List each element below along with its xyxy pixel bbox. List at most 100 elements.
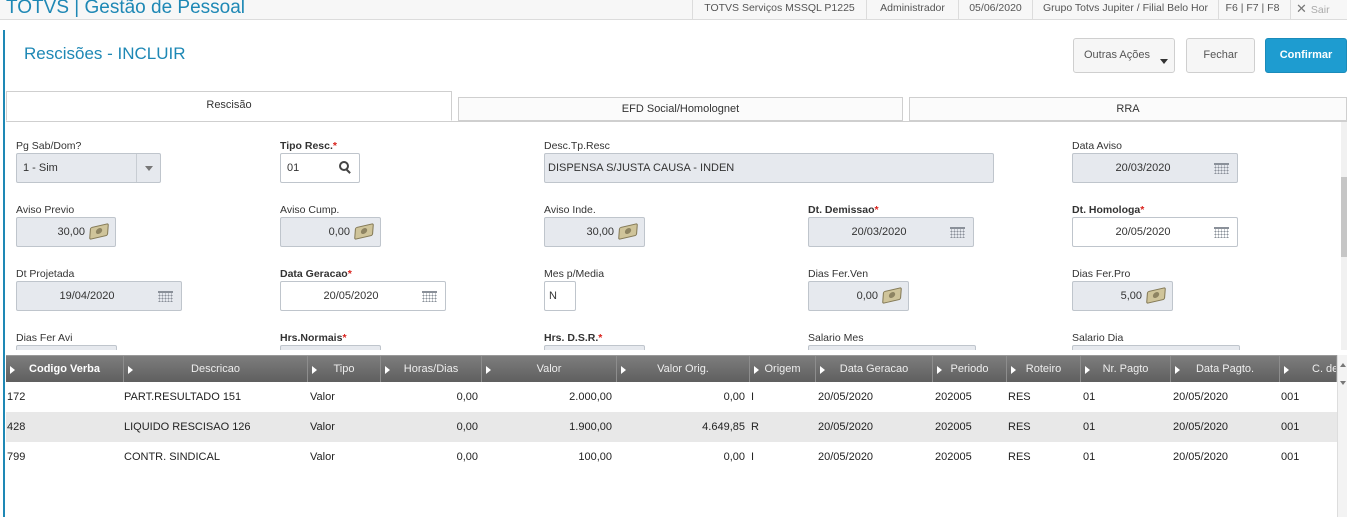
- tab-rescisao[interactable]: Rescisão: [6, 91, 452, 121]
- aviso-inde-value: 30,00: [586, 226, 614, 238]
- dt-homologa-label-text: Dt. Homologa: [1072, 204, 1141, 216]
- hrs-normais-field[interactable]: [280, 345, 381, 350]
- dias-fer-pro-field[interactable]: 5,00: [1072, 281, 1173, 311]
- table-row[interactable]: 172 PART.RESULTADO 151 Valor 0,00 2.000,…: [6, 382, 1337, 412]
- calendar-icon[interactable]: [950, 227, 965, 238]
- col-header-c-de[interactable]: C. de: [1280, 356, 1337, 382]
- tab-efd-social[interactable]: EFD Social/Homolognet: [458, 97, 903, 121]
- cell-valor: 100,00: [578, 451, 612, 463]
- money-icon[interactable]: [1146, 287, 1166, 304]
- money-icon[interactable]: [882, 287, 902, 304]
- confirm-button[interactable]: Confirmar: [1265, 38, 1347, 73]
- money-icon[interactable]: [89, 223, 109, 240]
- cell-data-pagto: 20/05/2020: [1173, 421, 1229, 433]
- data-aviso-field[interactable]: 20/03/2020: [1072, 153, 1238, 183]
- chevron-down-icon[interactable]: [136, 154, 160, 182]
- caret-right-icon: [621, 366, 626, 374]
- col-header-valor[interactable]: Valor: [482, 356, 617, 382]
- grid-scrollbar[interactable]: [1337, 355, 1347, 517]
- required-mark: *: [332, 140, 337, 152]
- dias-fer-avi-field[interactable]: [16, 345, 117, 350]
- mes-p-media-value: N: [549, 290, 557, 302]
- cell-valor-orig: 4.649,85: [702, 421, 745, 433]
- exit-button[interactable]: ✕ Sair: [1296, 0, 1347, 20]
- caret-right-icon: [486, 366, 491, 374]
- mes-p-media-field[interactable]: N: [544, 281, 576, 311]
- dt-projetada-field[interactable]: 19/04/2020: [16, 281, 182, 311]
- col-header-label: Horas/Dias: [403, 363, 459, 375]
- scroll-up-icon[interactable]: [1340, 363, 1346, 367]
- dt-homologa-value: 20/05/2020: [1115, 226, 1171, 238]
- salario-mes-field[interactable]: [808, 345, 976, 350]
- scroll-down-icon[interactable]: [1340, 381, 1346, 385]
- col-header-label: Valor: [536, 363, 562, 375]
- cell-tipo: Valor: [310, 391, 335, 403]
- salario-mes-label: Salario Mes: [808, 332, 864, 344]
- form-scrollbar[interactable]: [1341, 122, 1347, 350]
- close-button[interactable]: Fechar: [1186, 38, 1255, 73]
- col-header-codigo-verba[interactable]: Codigo Verba: [6, 356, 124, 382]
- col-header-nr-pagto[interactable]: Nr. Pagto: [1081, 356, 1171, 382]
- dt-demissao-field[interactable]: 20/03/2020: [808, 217, 974, 247]
- form-scrollbar-thumb[interactable]: [1341, 177, 1347, 257]
- money-icon[interactable]: [618, 223, 638, 240]
- col-header-data-geracao[interactable]: Data Geracao: [816, 356, 933, 382]
- table-row[interactable]: 799 CONTR. SINDICAL Valor 0,00 100,00 0,…: [6, 442, 1337, 472]
- aviso-inde-field[interactable]: 30,00: [544, 217, 645, 247]
- col-header-data-pagto[interactable]: Data Pagto.: [1171, 356, 1280, 382]
- pg-sab-dom-select[interactable]: 1 - Sim: [16, 153, 161, 183]
- aviso-previo-field[interactable]: 30,00: [16, 217, 116, 247]
- col-header-tipo[interactable]: Tipo: [308, 356, 381, 382]
- shortcuts-label: F6 | F7 | F8: [1218, 0, 1286, 20]
- tipo-resc-value: 01: [287, 162, 300, 174]
- company-label[interactable]: Grupo Totvs Jupiter / Filial Belo Hor: [1032, 0, 1218, 20]
- cell-horas-dias: 0,00: [456, 391, 478, 403]
- tipo-resc-field[interactable]: 01: [280, 153, 360, 183]
- caret-right-icon: [820, 366, 825, 374]
- col-header-origem[interactable]: Origem: [750, 356, 816, 382]
- cell-tipo: Valor: [310, 421, 335, 433]
- pg-sab-dom-label: Pg Sab/Dom?: [16, 140, 82, 152]
- calendar-icon[interactable]: [158, 291, 173, 302]
- col-header-descricao[interactable]: Descricao: [124, 356, 308, 382]
- date-label: 05/06/2020: [958, 0, 1032, 20]
- more-actions-button[interactable]: Outras Ações: [1073, 38, 1175, 73]
- calendar-icon[interactable]: [1214, 227, 1229, 238]
- required-mark: *: [347, 268, 352, 280]
- money-icon[interactable]: [354, 223, 374, 240]
- user-label[interactable]: Administrador: [866, 0, 958, 20]
- required-mark: *: [598, 332, 603, 344]
- col-header-horas-dias[interactable]: Horas/Dias: [381, 356, 482, 382]
- col-header-valor-orig[interactable]: Valor Orig.: [617, 356, 750, 382]
- cell-origem: I: [751, 451, 755, 463]
- col-header-periodo[interactable]: Periodo: [933, 356, 1007, 382]
- desc-tp-resc-field[interactable]: DISPENSA S/JUSTA CAUSA - INDEN: [544, 153, 994, 183]
- data-geracao-field[interactable]: 20/05/2020: [280, 281, 446, 311]
- hrs-dsr-field[interactable]: [544, 345, 645, 350]
- dias-fer-ven-field[interactable]: 0,00: [808, 281, 909, 311]
- required-mark: *: [1140, 204, 1145, 216]
- dt-homologa-label: Dt. Homologa*: [1072, 204, 1144, 216]
- exit-label: Sair: [1310, 4, 1330, 16]
- desc-tp-resc-value: DISPENSA S/JUSTA CAUSA - INDEN: [548, 162, 735, 174]
- col-header-roteiro[interactable]: Roteiro: [1007, 356, 1081, 382]
- cell-data-geracao: 20/05/2020: [818, 451, 874, 463]
- required-mark: *: [874, 204, 879, 216]
- cell-descricao: LIQUIDO RESCISAO 126: [124, 421, 251, 433]
- cell-origem: I: [751, 391, 755, 403]
- table-row[interactable]: 428 LIQUIDO RESCISAO 126 Valor 0,00 1.90…: [6, 412, 1337, 442]
- tab-rra[interactable]: RRA: [909, 97, 1347, 121]
- calendar-icon[interactable]: [1214, 163, 1229, 174]
- aviso-cump-field[interactable]: 0,00: [280, 217, 381, 247]
- cell-roteiro: RES: [1008, 391, 1031, 403]
- calendar-icon[interactable]: [422, 291, 437, 302]
- cell-c-de: 001: [1281, 421, 1300, 433]
- salario-dia-field[interactable]: [1072, 345, 1240, 350]
- cell-roteiro: RES: [1008, 421, 1031, 433]
- data-aviso-label: Data Aviso: [1072, 140, 1123, 152]
- col-header-label: Valor Orig.: [657, 363, 709, 375]
- dt-projetada-label: Dt Projetada: [16, 268, 75, 280]
- tipo-resc-label-text: Tipo Resc.: [280, 140, 333, 152]
- dt-homologa-field[interactable]: 20/05/2020: [1072, 217, 1238, 247]
- search-icon[interactable]: [339, 161, 351, 173]
